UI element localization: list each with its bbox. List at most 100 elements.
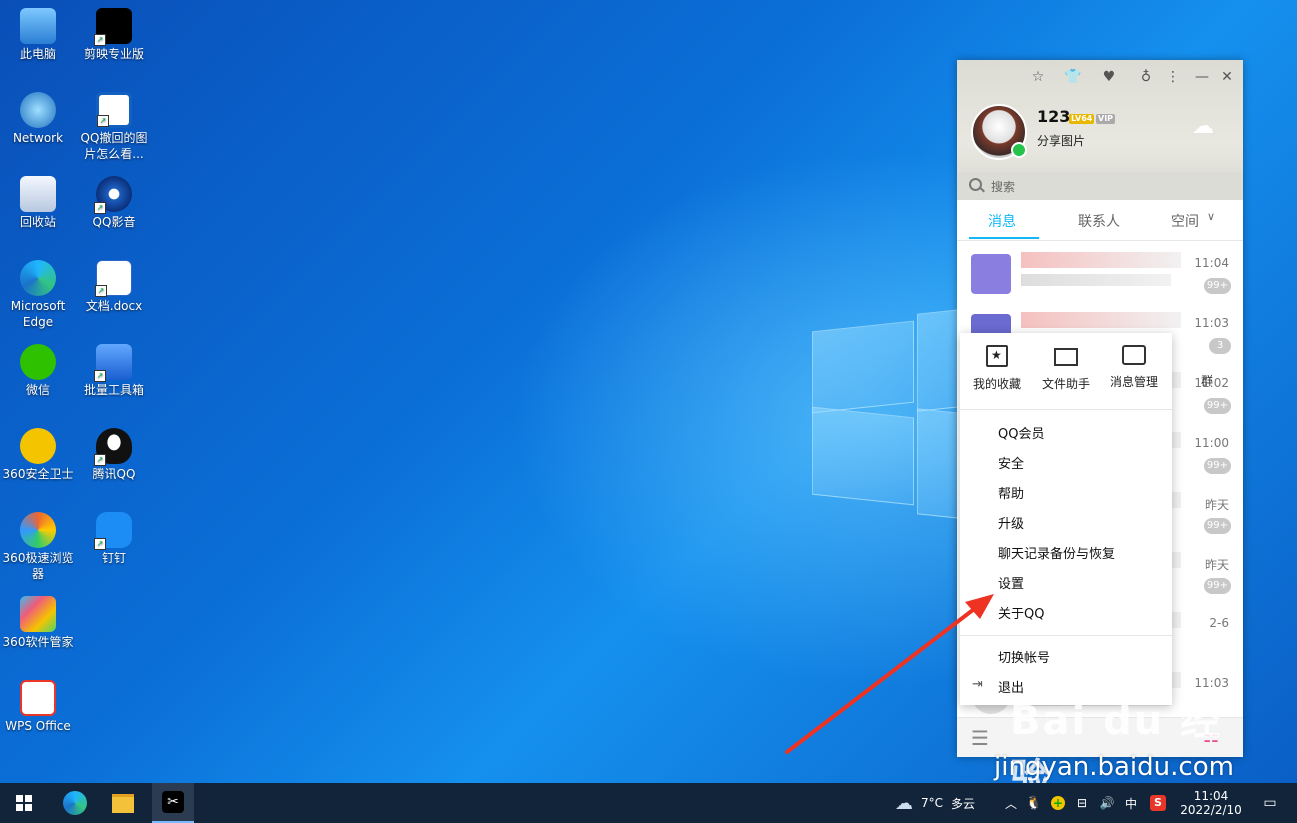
desktop-icon-label: 此电脑	[19, 47, 56, 61]
desktop-icon[interactable]: 微信	[0, 344, 76, 398]
desktop-icon[interactable]: 360极速浏览器	[0, 512, 76, 582]
desktop-icon[interactable]: ↗ 腾讯QQ	[76, 428, 152, 482]
conversation-item[interactable]: 11:04 99+	[957, 244, 1243, 304]
conversation-preview-blurred	[1021, 274, 1171, 286]
notification-center[interactable]: ▭	[1252, 783, 1288, 823]
desktop-icon-label: 文档.docx	[85, 299, 143, 313]
volume-icon: 🔊	[1099, 796, 1115, 810]
desktop-icon-label: QQ影音	[92, 215, 136, 229]
clock-date: 2022/2/10	[1180, 803, 1242, 817]
tray-qq[interactable]: 🐧	[1024, 783, 1044, 823]
watermark-url: jingyan.baidu.com	[994, 752, 1234, 782]
unread-badge: 99+	[1203, 278, 1231, 294]
qq-penguin-icon: 🐧	[1025, 795, 1043, 811]
desktop-icon[interactable]: ↗ 文档.docx	[76, 260, 152, 314]
desktop-icon[interactable]: WPS Office	[0, 680, 76, 734]
desktop-icon[interactable]: Network	[0, 92, 76, 146]
desktop-icon[interactable]: ↗ QQ影音	[76, 176, 152, 230]
level-badge: LV64	[1069, 114, 1095, 124]
signature[interactable]: 分享图片	[1037, 132, 1085, 149]
tray-volume[interactable]: 🔊	[1096, 783, 1118, 823]
chevron-down-icon[interactable]: ∨	[1207, 210, 1215, 223]
video-file-icon: ↗	[96, 92, 132, 128]
notification-icon: ▭	[1263, 795, 1277, 811]
medal-icon[interactable]: ♁	[1137, 68, 1155, 86]
main-menu-icon[interactable]: ☰	[971, 726, 989, 750]
shirt-icon[interactable]: 👕	[1064, 68, 1082, 86]
tab-qzone[interactable]: 空间	[1171, 211, 1199, 231]
unread-badge: 99+	[1203, 458, 1231, 474]
desktop-icon[interactable]: Microsoft Edge	[0, 260, 76, 330]
menu-item-about[interactable]: 关于QQ	[998, 603, 1044, 622]
tray-network[interactable]: ⊟	[1072, 783, 1092, 823]
menu-separator	[960, 409, 1172, 410]
computer-icon	[20, 8, 56, 44]
start-button[interactable]	[0, 783, 48, 823]
menu-item-chat-backup[interactable]: 聊天记录备份与恢复	[998, 543, 1115, 562]
360-software-icon	[20, 596, 56, 632]
menu-item-upgrade[interactable]: 升级	[998, 513, 1024, 532]
clock[interactable]: 11:04 2022/2/10	[1176, 783, 1246, 823]
desktop-icon-label: QQ撤回的图片怎么看...	[80, 131, 148, 161]
message-manage-button[interactable]: 消息管理	[1099, 345, 1169, 390]
folder-icon	[1054, 348, 1078, 366]
clock-time: 11:04	[1193, 789, 1229, 803]
qq-header: ☆ 👕 ♥ ♁ ⋮ — ✕ ☁ 123 LV64 VIP 分享图片 搜索	[957, 60, 1243, 200]
tab-messages[interactable]: 消息	[988, 211, 1016, 231]
taskbar-edge[interactable]	[53, 783, 97, 823]
menu-item-qq-vip[interactable]: QQ会员	[998, 423, 1044, 442]
file-assistant-button[interactable]: 文件助手	[1031, 345, 1101, 392]
add-friend-icon[interactable]: ☆	[1029, 68, 1047, 86]
chevron-up-icon: ︿	[1004, 796, 1017, 811]
favorites-button[interactable]: ★ 我的收藏	[962, 345, 1032, 392]
taskbar-file-explorer[interactable]	[101, 783, 145, 823]
minimize-icon[interactable]: —	[1193, 68, 1211, 86]
taskbar-capcut[interactable]: ✂	[152, 783, 194, 823]
message-manage-label: 消息管理	[1109, 375, 1158, 389]
nickname: 123	[1037, 107, 1071, 126]
tray-360[interactable]: +	[1048, 783, 1068, 823]
weather-widget[interactable]: ☁ 7°C 多云	[895, 783, 995, 823]
windows-start-icon	[16, 795, 32, 811]
network-icon: ⊟	[1076, 796, 1088, 810]
menu-item-security[interactable]: 安全	[998, 453, 1024, 472]
shortcut-arrow-icon: ↗	[94, 370, 106, 382]
recycle-bin-icon	[20, 176, 56, 212]
desktop-icon[interactable]: ↗ QQ撤回的图片怎么看...	[76, 92, 152, 162]
more-icon[interactable]: ⋮	[1164, 68, 1182, 86]
qq-penguin-icon: ↗	[94, 428, 132, 466]
weather-icon[interactable]: ☁	[1192, 116, 1214, 138]
online-status-icon[interactable]	[1011, 142, 1027, 158]
search-input[interactable]: 搜索	[957, 172, 1243, 200]
gift-icon[interactable]: ♥	[1100, 68, 1118, 86]
desktop-icon[interactable]: 360软件管家	[0, 596, 76, 650]
tray-sogou[interactable]: S	[1146, 783, 1170, 823]
tab-contacts[interactable]: 联系人	[1078, 211, 1120, 231]
shortcut-arrow-icon: ↗	[97, 115, 109, 127]
menu-item-settings[interactable]: 设置	[998, 573, 1024, 592]
show-hidden-icons[interactable]: ︿	[1002, 783, 1020, 823]
menu-item-switch-account[interactable]: 切换帐号	[998, 647, 1050, 666]
menu-separator	[960, 635, 1172, 636]
desktop-icon[interactable]: 360安全卫士	[0, 428, 76, 482]
desktop-icon[interactable]: ↗ 剪映专业版	[76, 8, 152, 62]
desktop-icon-label: 360软件管家	[2, 635, 74, 649]
capcut-icon: ↗	[94, 8, 132, 46]
conversation-time: 2-6	[1209, 616, 1229, 630]
folder-icon	[112, 793, 134, 813]
desktop-icon[interactable]: 回收站	[0, 176, 76, 230]
desktop-icon[interactable]: 此电脑	[0, 8, 76, 62]
360-security-icon	[20, 428, 56, 464]
toolbox-icon: ↗	[94, 344, 132, 382]
conversation-time: 11:04	[1194, 256, 1229, 270]
unread-badge: 3	[1209, 338, 1231, 354]
network-icon	[20, 92, 56, 128]
tray-ime[interactable]: 中	[1120, 783, 1142, 823]
desktop-icon[interactable]: ↗ 批量工具箱	[76, 344, 152, 398]
360-security-icon: +	[1051, 796, 1065, 810]
menu-item-help[interactable]: 帮助	[998, 483, 1024, 502]
close-icon[interactable]: ✕	[1218, 68, 1236, 86]
shortcut-arrow-icon: ↗	[95, 285, 107, 297]
desktop-icon[interactable]: ↗ 钉钉	[76, 512, 152, 566]
conversation-time: 昨天	[1204, 498, 1229, 512]
